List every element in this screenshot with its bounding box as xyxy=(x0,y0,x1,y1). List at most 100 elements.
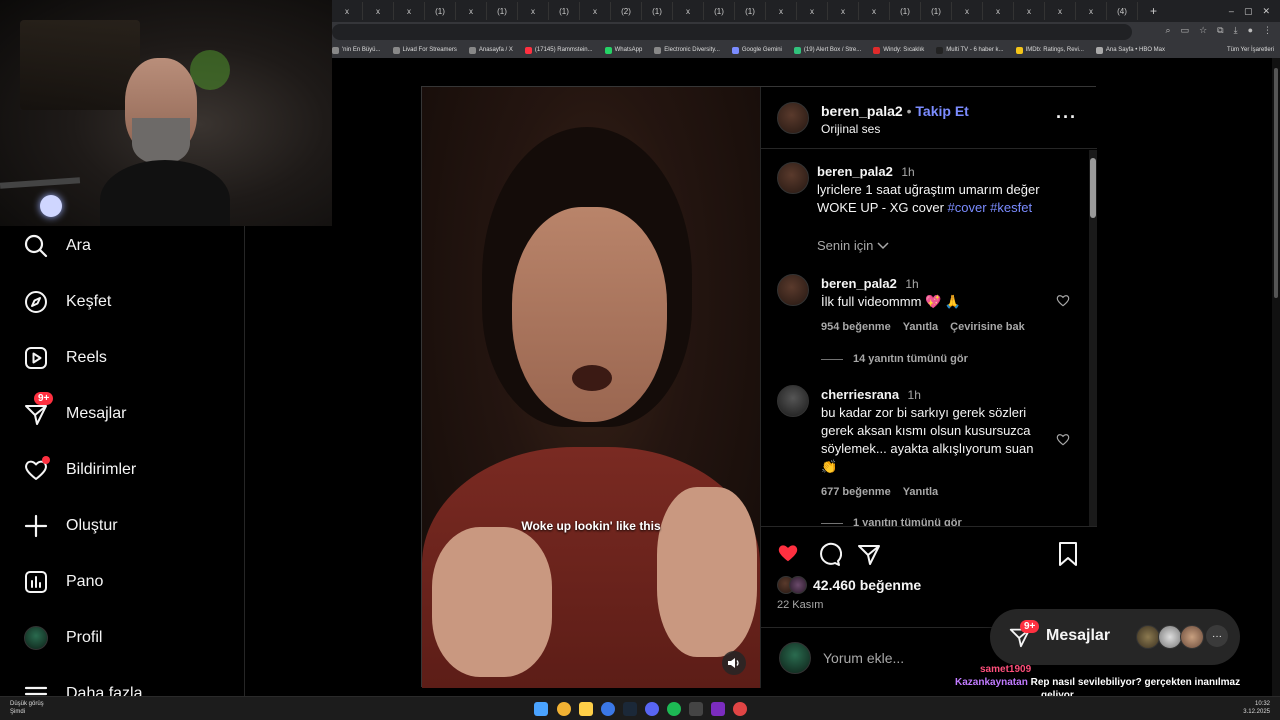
browser-tab[interactable]: (1) xyxy=(735,2,766,20)
profile-icon[interactable]: ● xyxy=(1248,25,1253,36)
new-tab-button[interactable]: + xyxy=(1138,2,1169,20)
chat-avatar[interactable] xyxy=(1180,625,1204,649)
author-username[interactable]: beren_pala2 xyxy=(821,103,903,119)
app-icon[interactable] xyxy=(711,702,725,716)
bookmark-item[interactable]: Anasayfa / X xyxy=(468,46,513,54)
reel-video[interactable]: Woke up lookin' like this xyxy=(422,87,760,688)
share-icon[interactable] xyxy=(856,541,882,572)
weather-widget[interactable]: Düşük görüş Şimdi xyxy=(10,700,44,716)
extensions-icon[interactable]: ⧉ xyxy=(1217,25,1223,36)
senin-icin-toggle[interactable]: Senin için xyxy=(817,238,889,253)
caption-username[interactable]: beren_pala2 xyxy=(817,164,893,179)
zoom-icon[interactable]: ⌕ xyxy=(1166,25,1171,36)
comment-likes[interactable]: 677 beğenme xyxy=(821,486,891,498)
browser-tab[interactable]: x xyxy=(394,2,425,20)
start-icon[interactable] xyxy=(534,702,548,716)
view-replies[interactable]: 1 yanıtın tümünü gör xyxy=(821,517,962,526)
nav-item-messages[interactable]: 9+ Mesajlar xyxy=(22,392,126,432)
audio-label[interactable]: Orijinal ses xyxy=(821,122,880,136)
browser-tab[interactable]: x xyxy=(952,2,983,20)
chat-avatar[interactable] xyxy=(1136,625,1160,649)
nav-item-create[interactable]: Oluştur xyxy=(22,508,118,544)
comment-input[interactable]: Yorum ekle... xyxy=(823,650,904,666)
downloads-icon[interactable]: ⤓ xyxy=(1234,25,1238,36)
comment-icon[interactable] xyxy=(816,541,843,572)
like-comment-heart-icon[interactable] xyxy=(1055,432,1071,452)
discord-icon[interactable] xyxy=(645,702,659,716)
browser-tab[interactable]: (4) xyxy=(1107,2,1138,20)
chat-avatar[interactable] xyxy=(1158,625,1182,649)
browser-tab[interactable]: (1) xyxy=(921,2,952,20)
bookmark-item[interactable]: Electronic Diversity... xyxy=(654,46,720,54)
liked-heart-icon[interactable] xyxy=(775,541,801,570)
browser-tab[interactable]: x xyxy=(518,2,549,20)
bookmark-item[interactable]: Google Gemini xyxy=(731,46,782,54)
more-chats-icon[interactable]: ··· xyxy=(1206,625,1228,647)
browser-tab[interactable]: x xyxy=(673,2,704,20)
hashtag-link[interactable]: #cover xyxy=(948,200,987,215)
browser-tab[interactable]: (1) xyxy=(642,2,673,20)
comment-likes[interactable]: 954 beğenme xyxy=(821,321,891,333)
reply-button[interactable]: Yanıtla xyxy=(903,486,938,498)
nav-item-explore[interactable]: Keşfet xyxy=(22,284,111,320)
reply-button[interactable]: Yanıtla xyxy=(903,321,938,333)
caption-avatar[interactable] xyxy=(777,162,809,194)
scrollbar-thumb[interactable] xyxy=(1274,68,1278,298)
bookmark-item[interactable]: (19) Alert Box / Stre... xyxy=(793,46,861,54)
hashtag-link[interactable]: #kesfet xyxy=(990,200,1032,215)
more-options-icon[interactable]: ··· xyxy=(1056,107,1077,128)
app-icon[interactable] xyxy=(689,702,703,716)
comment-username[interactable]: cherriesrana xyxy=(821,387,899,402)
browser-tab[interactable]: x xyxy=(1045,2,1076,20)
browser-tab[interactable]: x xyxy=(456,2,487,20)
clock[interactable]: 10:32 3.12.2025 xyxy=(1243,700,1270,716)
bookmark-icon[interactable] xyxy=(1056,541,1080,572)
scrollbar-thumb[interactable] xyxy=(1090,158,1096,218)
volume-button[interactable] xyxy=(722,651,746,675)
nav-item-notifications[interactable]: Bildirimler xyxy=(22,452,136,488)
bookmark-item[interactable]: 'nin En Büyü... xyxy=(332,46,381,54)
browser-tab[interactable]: x xyxy=(797,2,828,20)
likes-row[interactable]: 42.460 beğenme xyxy=(777,576,921,594)
comment-avatar[interactable] xyxy=(777,385,809,417)
bookmark-item[interactable]: WhatsApp xyxy=(604,46,642,54)
file-explorer-icon[interactable] xyxy=(579,702,593,716)
all-bookmarks[interactable]: Tüm Yer İşaretleri xyxy=(1227,47,1280,53)
address-input[interactable] xyxy=(332,24,1132,40)
bookmark-item[interactable]: Ana Sayfa • HBO Max xyxy=(1095,46,1165,54)
bookmark-item[interactable]: Multi TV - 6 haber k... xyxy=(936,46,1004,54)
app-icon[interactable] xyxy=(733,702,747,716)
browser-tab[interactable]: (1) xyxy=(425,2,456,20)
browser-tab[interactable]: (1) xyxy=(487,2,518,20)
browser-tab[interactable]: (1) xyxy=(549,2,580,20)
nav-item-reels[interactable]: Reels xyxy=(22,340,107,376)
comment-avatar[interactable] xyxy=(777,274,809,306)
author-avatar[interactable] xyxy=(777,102,809,134)
app-icon[interactable] xyxy=(601,702,615,716)
browser-tab[interactable]: x xyxy=(766,2,797,20)
page-scrollbar[interactable] xyxy=(1272,58,1280,696)
comment-username[interactable]: beren_pala2 xyxy=(821,276,897,291)
browser-tab[interactable]: x xyxy=(363,2,394,20)
nav-item-profile[interactable]: Profil xyxy=(22,620,102,656)
browser-tab[interactable]: (1) xyxy=(890,2,921,20)
spotify-icon[interactable] xyxy=(667,702,681,716)
browser-tab[interactable]: (1) xyxy=(704,2,735,20)
like-comment-heart-icon[interactable] xyxy=(1055,293,1071,313)
maximize-button[interactable]: ▢ xyxy=(1244,6,1253,17)
bookmark-item[interactable]: (17145) Rammstein... xyxy=(524,46,593,54)
cast-icon[interactable]: ▭ xyxy=(1181,25,1190,36)
browser-tab[interactable]: x xyxy=(983,2,1014,20)
messages-pill[interactable]: 9+ Mesajlar ··· xyxy=(990,609,1240,665)
bookmark-item[interactable]: Windy: Sıcaklık xyxy=(873,46,924,54)
nav-item-search[interactable]: Ara xyxy=(22,228,91,264)
close-window-button[interactable]: ✕ xyxy=(1262,6,1270,17)
browser-tab[interactable]: x xyxy=(1014,2,1045,20)
minimize-button[interactable]: – xyxy=(1229,6,1234,16)
kebab-menu-icon[interactable]: ⋮ xyxy=(1263,25,1272,36)
browser-tab[interactable]: x xyxy=(859,2,890,20)
comments-scrollbar[interactable] xyxy=(1089,150,1097,526)
bookmark-item[interactable]: Livad For Streamers xyxy=(392,46,457,54)
browser-tab[interactable]: (2) xyxy=(611,2,642,20)
browser-tab[interactable]: x xyxy=(332,2,363,20)
